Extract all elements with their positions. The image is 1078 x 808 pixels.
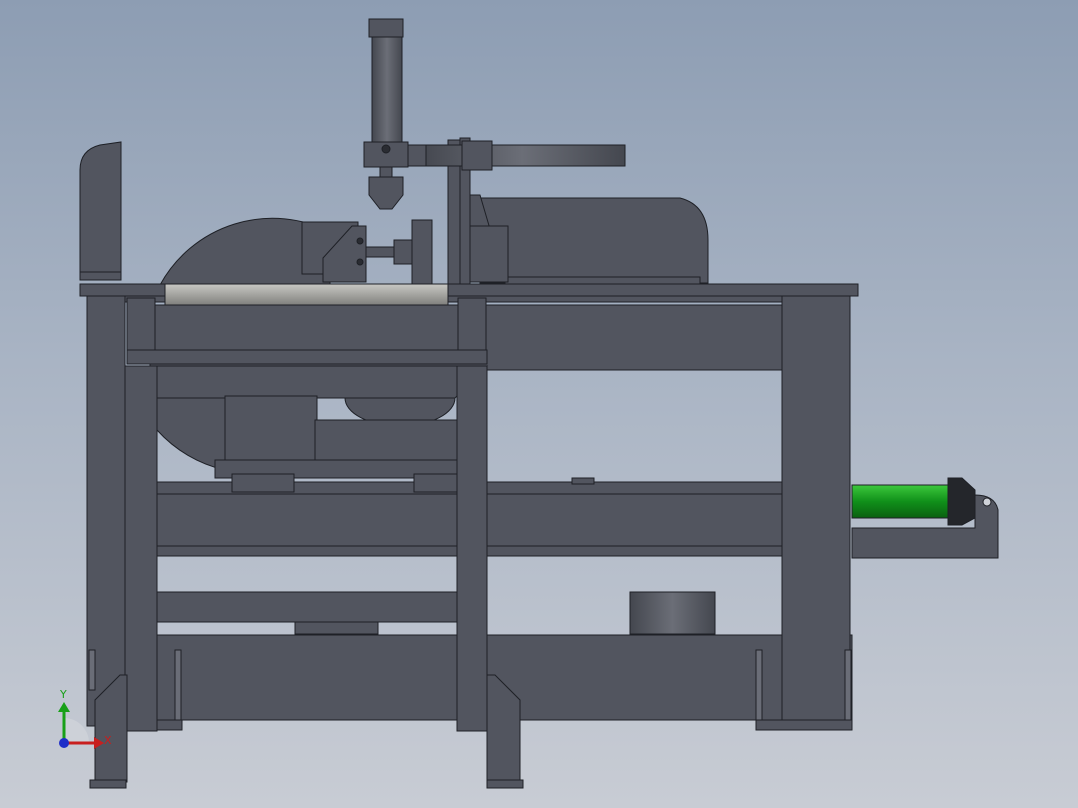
left-foot-slot [174, 649, 182, 721]
vertical-cylinder-cap [368, 18, 404, 38]
cad-viewport[interactable]: Y X [0, 0, 1078, 808]
hopper [123, 365, 489, 399]
left-guard-foot [79, 271, 122, 281]
bracket-bolt-icon [356, 258, 364, 266]
lower-block [294, 621, 379, 635]
left-foot [156, 719, 183, 731]
foot-pad [89, 779, 127, 789]
right-leg [781, 295, 851, 727]
upper-frame-rail [126, 349, 488, 365]
clamp-jaw [411, 219, 433, 287]
spindle-coupling [393, 239, 415, 265]
spindle [365, 246, 397, 258]
arm-collar [461, 140, 493, 171]
slide-block [413, 473, 459, 493]
horizontal-arm [419, 144, 626, 167]
left-foot-slot [88, 649, 96, 691]
motor-cover [479, 197, 709, 284]
bracket-bolt-icon [356, 237, 364, 245]
right-foot-slot [755, 649, 763, 721]
bucket [629, 591, 716, 635]
blade-guard-lower [156, 394, 226, 471]
slide-block [231, 473, 295, 493]
roller-bearing-left [126, 297, 156, 351]
roller-bearing-right [457, 297, 487, 351]
left-guard-plate [79, 141, 122, 276]
x-axis-label: X [104, 734, 112, 747]
left-inner-leg [124, 365, 158, 732]
cylinder-neck [379, 166, 393, 178]
pneumatic-cylinder-rod [851, 484, 953, 519]
cutter-head [368, 176, 404, 210]
cylinder-end-cap [947, 477, 976, 526]
clevis-pin-icon [982, 497, 992, 507]
rail-stop [571, 477, 595, 485]
right-foot [755, 719, 853, 731]
y-axis-label: Y [60, 688, 67, 701]
lower-beam [156, 591, 458, 623]
vertical-cylinder [371, 36, 403, 144]
machine-model[interactable] [0, 0, 1078, 808]
foot-pad [486, 779, 524, 789]
center-leg [456, 365, 488, 732]
clamp-bolt-icon [381, 144, 391, 154]
right-foot-slot [844, 649, 852, 721]
